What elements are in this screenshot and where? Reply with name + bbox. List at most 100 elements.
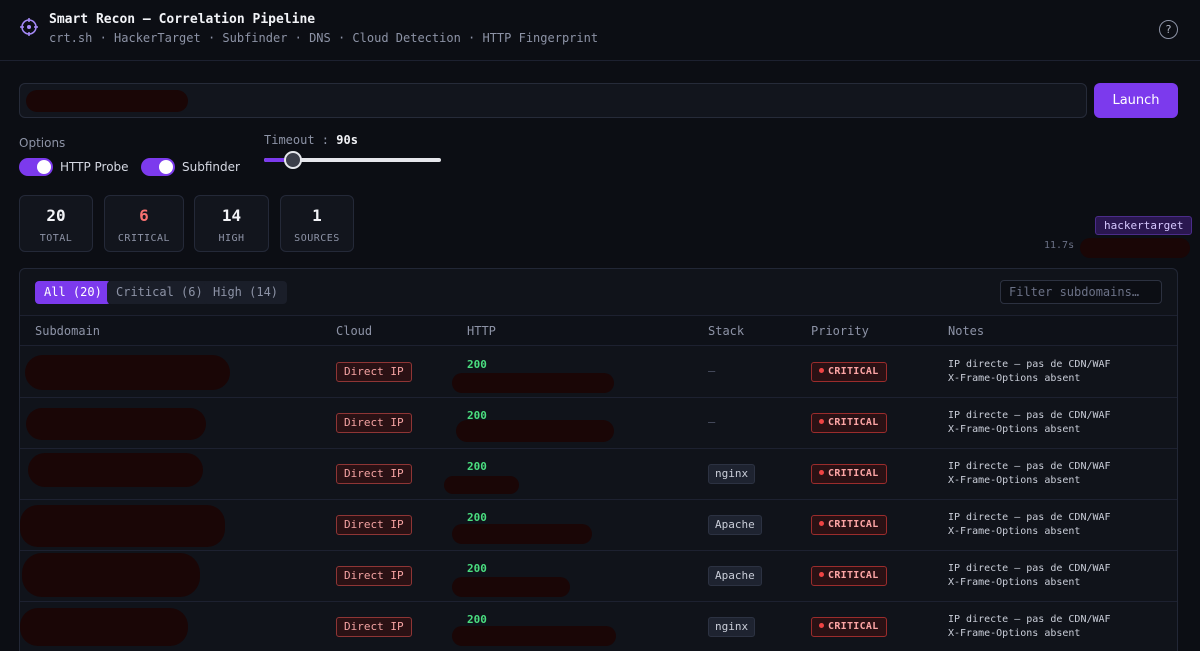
stack-value: — [708,364,716,378]
priority-badge: CRITICAL [811,515,887,535]
redacted-target [26,90,188,112]
priority-badge: CRITICAL [811,566,887,586]
column-header[interactable]: Notes [948,324,984,338]
note-line: IP directe — pas de CDN/WAF [948,563,1111,574]
elapsed-time: 11.7s [1044,240,1075,251]
redacted-http-title [444,476,519,494]
table-row[interactable]: Direct IP 200 — CRITICAL IP directe — pa… [20,398,1177,449]
note-line: IP directe — pas de CDN/WAF [948,614,1111,625]
note-line: IP directe — pas de CDN/WAF [948,512,1111,523]
note-line: X-Frame-Options absent [948,424,1081,435]
redacted-http-title [452,577,570,597]
stat-value: 20 [46,206,66,225]
stat-high: 14 HIGH [194,195,269,252]
note-line: IP directe — pas de CDN/WAF [948,461,1111,472]
source-badge: hackertarget [1095,216,1193,235]
cloud-badge: Direct IP [336,413,412,433]
priority-dot-icon [819,521,824,526]
priority-label: CRITICAL [828,417,879,428]
timeout-value: 90s [336,133,358,147]
http-status: 200 [467,358,487,371]
help-circle-icon[interactable]: ? [1159,20,1178,39]
tab-all[interactable]: All (20) [35,281,111,304]
stat-value: 14 [221,206,242,225]
note-line: X-Frame-Options absent [948,475,1081,486]
column-header[interactable]: Cloud [336,324,372,338]
priority-label: CRITICAL [828,570,879,581]
column-header[interactable]: Priority [811,324,869,338]
tab-high[interactable]: High (14) [204,281,288,304]
cloud-badge: Direct IP [336,515,412,535]
stat-value: 1 [312,206,322,225]
http-status: 200 [467,613,487,626]
redacted-subdomain [28,453,203,487]
http-status: 200 [467,511,487,524]
app-header: Smart Recon — Correlation Pipeline crt.s… [0,0,1200,61]
stack-badge: Apache [708,515,762,535]
table-row[interactable]: Direct IP 200 — CRITICAL IP directe — pa… [20,347,1177,398]
subfinder-label: Subfinder [182,160,240,174]
stat-value: 6 [139,206,149,225]
priority-label: CRITICAL [828,621,879,632]
priority-dot-icon [819,368,824,373]
page-title: Smart Recon — Correlation Pipeline [49,12,316,27]
timeout-slider-handle[interactable] [284,151,302,169]
redacted-subdomain [25,355,230,390]
redacted-subdomain [20,608,188,646]
column-header[interactable]: HTTP [467,324,496,338]
redacted-http-title [452,373,614,393]
redacted-subdomain [22,553,200,597]
http-status: 200 [467,562,487,575]
priority-dot-icon [819,572,824,577]
cloud-badge: Direct IP [336,617,412,637]
stat-label: SOURCES [294,233,340,244]
launch-button[interactable]: Launch [1094,83,1178,118]
cloud-badge: Direct IP [336,362,412,382]
priority-label: CRITICAL [828,519,879,530]
filter-subdomains-input[interactable] [1000,280,1162,304]
stack-badge: nginx [708,464,756,484]
stack-badge: nginx [708,617,756,637]
priority-badge: CRITICAL [811,464,887,484]
priority-badge: CRITICAL [811,617,887,637]
priority-dot-icon [819,623,824,628]
redacted-http-title [452,626,616,646]
subfinder-toggle[interactable] [141,158,175,176]
redacted-http-title [456,420,614,442]
note-line: X-Frame-Options absent [948,526,1081,537]
redacted-source-info [1080,238,1190,258]
stat-sources: 1 SOURCES [280,195,354,252]
toggle-knob [37,160,51,174]
priority-label: CRITICAL [828,468,879,479]
options-label: Options [19,136,66,150]
timeout-label-text: Timeout : [264,133,330,147]
table-header: Subdomain Cloud HTTP Stack Priority Note… [20,315,1177,346]
stat-label: TOTAL [39,233,73,244]
priority-dot-icon [819,470,824,475]
stack-value: — [708,415,716,429]
table-row[interactable]: Direct IP 200 nginx CRITICAL IP directe … [20,449,1177,500]
timeout-label: Timeout : 90s [264,133,358,147]
priority-badge: CRITICAL [811,413,887,433]
http-probe-label: HTTP Probe [60,160,129,174]
note-line: X-Frame-Options absent [948,373,1081,384]
priority-label: CRITICAL [828,366,879,377]
stat-label: CRITICAL [117,233,171,244]
stat-label: HIGH [218,233,245,244]
tab-critical[interactable]: Critical (6) [107,281,212,304]
toggle-knob [159,160,173,174]
table-row[interactable]: Direct IP 200 Apache CRITICAL IP directe… [20,500,1177,551]
page-subtitle: crt.sh · HackerTarget · Subfinder · DNS … [49,31,599,45]
http-probe-toggle[interactable] [19,158,53,176]
priority-badge: CRITICAL [811,362,887,382]
table-row[interactable]: Direct IP 200 Apache CRITICAL IP directe… [20,551,1177,602]
redacted-http-title [452,524,592,544]
cloud-badge: Direct IP [336,566,412,586]
column-header[interactable]: Subdomain [35,324,100,338]
note-line: IP directe — pas de CDN/WAF [948,410,1111,421]
column-header[interactable]: Stack [708,324,744,338]
table-row[interactable]: Direct IP 200 nginx CRITICAL IP directe … [20,602,1177,651]
stat-total: 20 TOTAL [19,195,93,252]
note-line: X-Frame-Options absent [948,628,1081,639]
crosshair-icon [20,18,38,36]
